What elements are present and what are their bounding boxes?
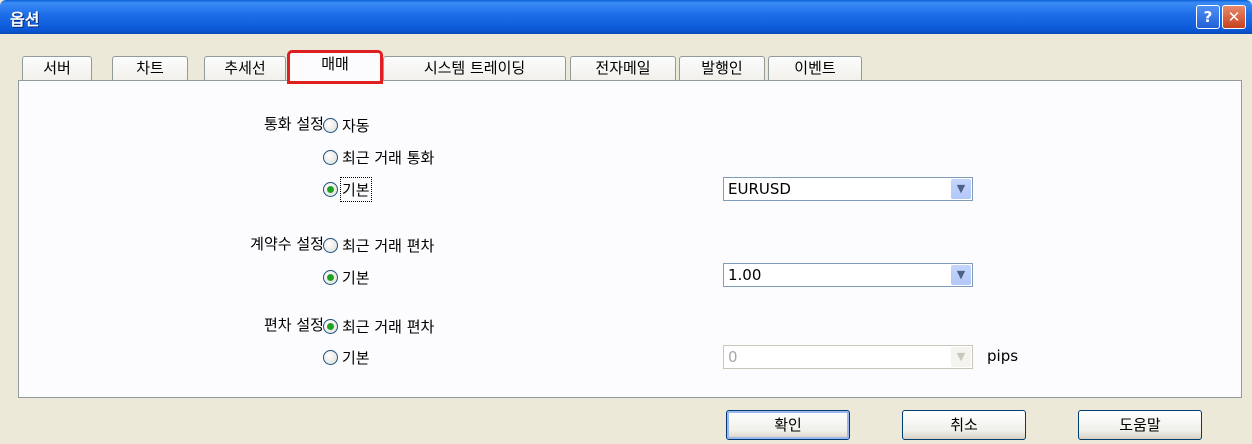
tab-events[interactable]: 이벤트 (768, 56, 862, 81)
deviation-default-option[interactable]: 기본 (323, 347, 370, 367)
help-button[interactable]: 도움말 (1078, 410, 1202, 440)
chevron-down-icon[interactable]: ▼ (951, 179, 971, 199)
cancel-button[interactable]: 취소 (902, 410, 1026, 440)
select-value: EURUSD (728, 180, 791, 198)
lots-default-option[interactable]: 기본 (323, 267, 370, 287)
options-dialog: 옵션 ? ✕ 서버 차트 추세선 매매 시스템 트레이딩 전자메일 발행인 이벤… (0, 0, 1252, 444)
radio-label: 기본 (340, 176, 372, 202)
select-value: 0 (728, 348, 738, 366)
tab-trade[interactable]: 매매 (287, 50, 383, 84)
radio-button[interactable] (323, 237, 338, 253)
close-icon[interactable]: ✕ (1222, 5, 1246, 29)
deviation-settings-label: 편차 설정: (263, 316, 329, 334)
lots-default-select[interactable]: 1.00 ▼ (723, 263, 973, 287)
radio-button[interactable] (323, 117, 338, 133)
tab-chart[interactable]: 차트 (112, 56, 188, 81)
tab-trendline[interactable]: 추세선 (204, 56, 286, 81)
radio-button[interactable] (323, 349, 338, 365)
tab-strip: 서버 차트 추세선 매매 시스템 트레이딩 전자메일 발행인 이벤트 (0, 50, 1252, 84)
tab-publisher[interactable]: 발행인 (679, 56, 765, 81)
chevron-down-icon[interactable]: ▼ (951, 265, 971, 285)
deviation-default-select: 0 ▼ (723, 345, 973, 369)
currency-auto-option[interactable]: 자동 (323, 115, 370, 135)
pips-unit-label: pips (987, 347, 1019, 365)
lots-settings-label: 계약수 설정: (250, 235, 329, 253)
radio-label: 자동 (342, 116, 370, 135)
ok-button[interactable]: 확인 (726, 410, 850, 440)
tab-expert-advisors[interactable]: 시스템 트레이딩 (383, 56, 566, 81)
chevron-down-icon: ▼ (951, 347, 971, 367)
tab-email[interactable]: 전자메일 (570, 56, 676, 81)
radio-label: 최근 거래 편차 (342, 236, 435, 255)
trade-settings-panel: 통화 설정: 자동 최근 거래 통화 기본 EURUSD ▼ 계약수 설정: 최… (18, 80, 1242, 398)
currency-default-select[interactable]: EURUSD ▼ (723, 177, 973, 201)
deviation-last-trade-option[interactable]: 최근 거래 편차 (323, 316, 434, 336)
currency-default-option[interactable]: 기본 (323, 176, 372, 202)
window-title: 옵션 (10, 10, 40, 29)
currency-last-trade-option[interactable]: 최근 거래 통화 (323, 147, 434, 167)
radio-button[interactable] (323, 149, 338, 165)
currency-settings-label: 통화 설정: (263, 115, 329, 133)
help-icon[interactable]: ? (1196, 5, 1220, 29)
radio-button[interactable] (323, 269, 338, 285)
radio-button[interactable] (323, 181, 338, 197)
lots-last-trade-option[interactable]: 최근 거래 편차 (323, 235, 434, 255)
title-bar[interactable]: 옵션 ? ✕ (0, 0, 1252, 34)
select-value: 1.00 (728, 266, 762, 284)
radio-label: 기본 (342, 348, 370, 367)
radio-label: 최근 거래 통화 (342, 148, 435, 167)
tab-server[interactable]: 서버 (22, 56, 92, 81)
radio-button[interactable] (323, 318, 338, 334)
radio-label: 기본 (342, 268, 370, 287)
radio-label: 최근 거래 편차 (342, 317, 435, 336)
